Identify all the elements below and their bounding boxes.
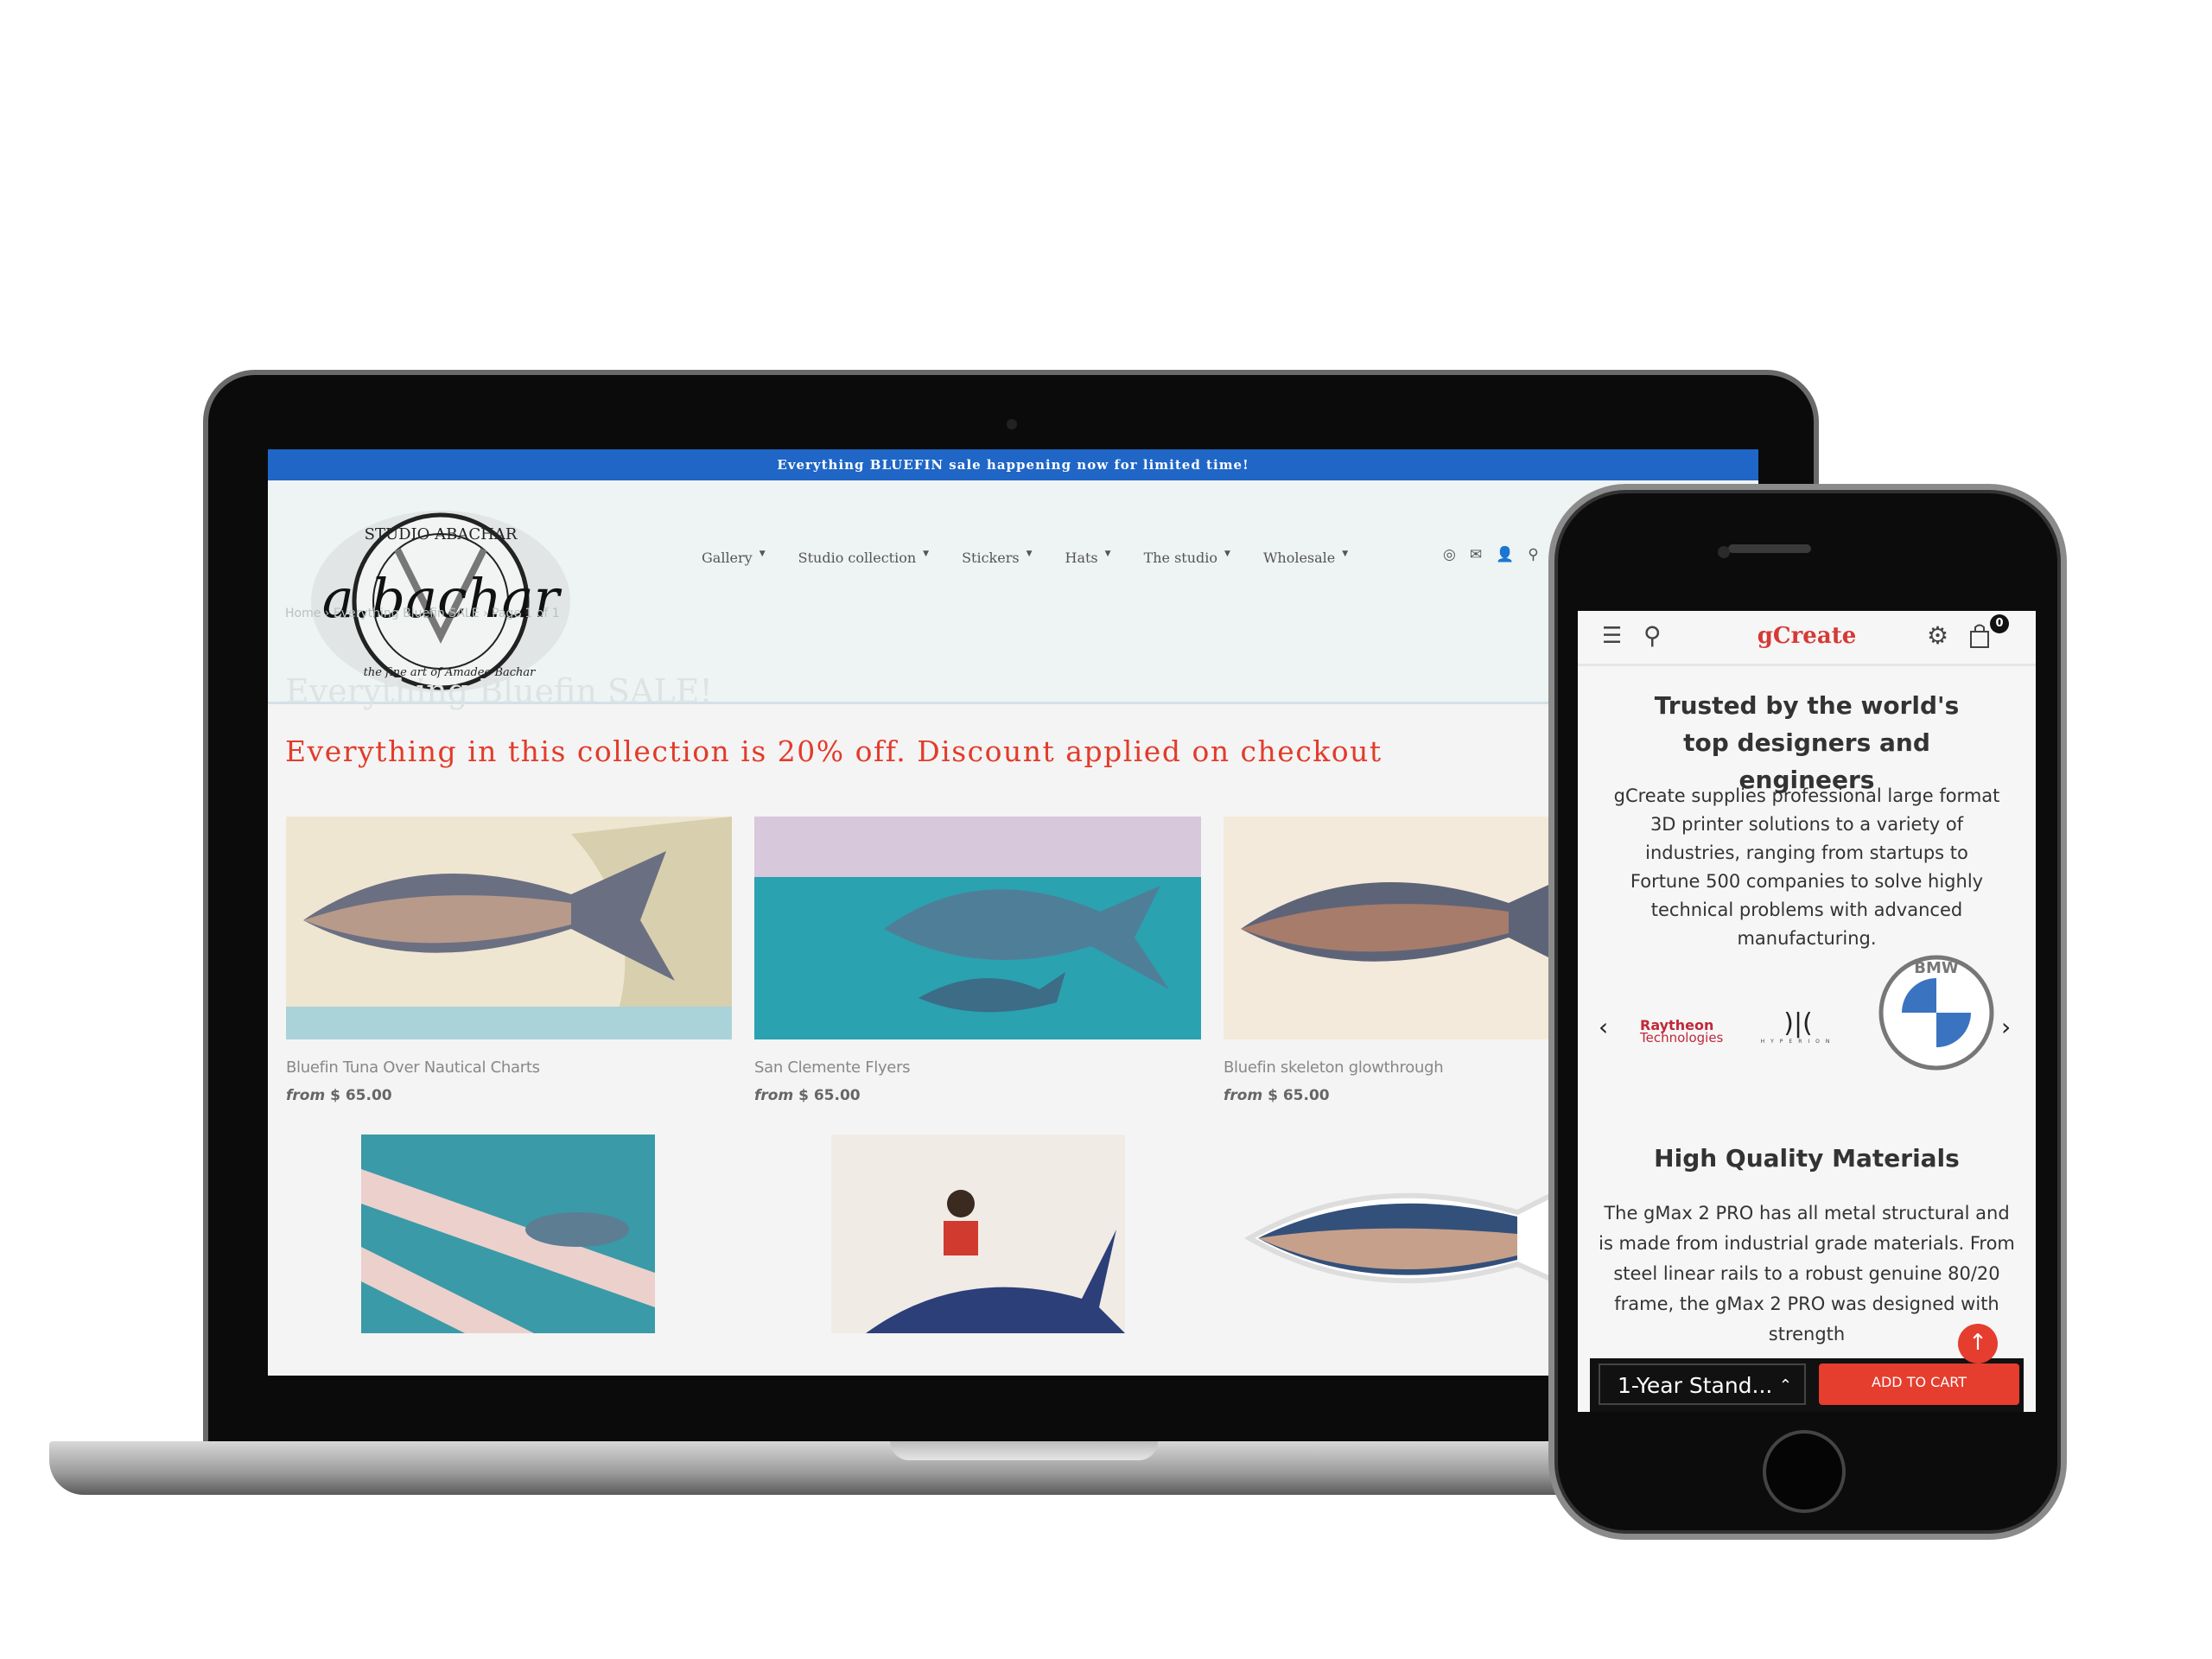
product-image[interactable] — [831, 1135, 1125, 1333]
caret-down-icon: ▼ — [1026, 550, 1033, 558]
nav-wholesale[interactable]: Wholesale ▼ — [1263, 550, 1348, 566]
site-header: Home › Everything Bluefin SALE › Page 1 … — [268, 480, 1758, 710]
phone-camera — [1718, 546, 1730, 558]
caret-down-icon: ▼ — [1342, 550, 1349, 558]
caret-down-icon: ▼ — [1104, 550, 1111, 558]
shopping-bag-icon[interactable] — [1969, 623, 1990, 649]
nav-studio-collection[interactable]: Studio collection ▼ — [798, 550, 929, 566]
logo-text: HYPERION — [1760, 1039, 1836, 1045]
arrow-up-icon: ↑ — [1968, 1330, 1987, 1356]
scroll-to-top-button[interactable]: ↑ — [1958, 1324, 1998, 1363]
instagram-icon[interactable]: ◎ — [1443, 546, 1456, 563]
product-price: from $ 65.00 — [754, 1087, 1201, 1104]
chevron-up-icon: ⌃ — [1778, 1376, 1792, 1395]
header-icons: ◎ ✉ 👤 ⚲ — [1443, 546, 1539, 563]
sticky-cart-bar: 1-Year Stand... ⌃ ADD TO CART — [1590, 1358, 2024, 1412]
product-image[interactable] — [754, 817, 1201, 1039]
nav-label: Wholesale — [1262, 550, 1336, 566]
svg-text:a.bachar: a.bachar — [322, 567, 563, 630]
nav-the-studio[interactable]: The studio ▼ — [1144, 550, 1230, 566]
announcement-banner[interactable]: Everything BLUEFIN sale happening now fo… — [268, 449, 1758, 480]
brand-logo[interactable]: gCreate — [1578, 623, 2036, 649]
hyperion-logo: )|(HYPERION — [1760, 1008, 1836, 1045]
price-prefix: from — [1224, 1087, 1263, 1104]
carousel-prev-icon[interactable]: ‹ — [1599, 1013, 1608, 1041]
price-value: $ 65.00 — [798, 1087, 861, 1104]
breadcrumb[interactable]: Home › Everything Bluefin SALE › Page 1 … — [285, 607, 560, 620]
product-name[interactable]: San Clemente Flyers — [754, 1058, 1201, 1077]
price-prefix: from — [754, 1087, 794, 1104]
studio-abachar-logo[interactable]: STUDIO ABACHAR a.bachar the fine art of … — [285, 506, 596, 696]
mobile-header: ☰ ⚲ gCreate ⚙ 0 — [1578, 611, 2036, 666]
product-price: from $ 65.00 — [286, 1087, 732, 1104]
section-text: gCreate supplies professional large form… — [1613, 785, 2000, 949]
logo-text: BMW — [1914, 959, 1959, 977]
caret-down-icon: ▼ — [759, 550, 766, 558]
nav-stickers[interactable]: Stickers ▼ — [962, 550, 1032, 566]
nav-hats[interactable]: Hats ▼ — [1065, 550, 1111, 566]
nav-label: Stickers — [962, 550, 1020, 566]
nav-label: Hats — [1065, 550, 1098, 566]
raytheon-logo: Raytheon Technologies — [1640, 1019, 1723, 1045]
nav-label: The studio — [1143, 550, 1218, 566]
laptop-notch — [890, 1441, 1158, 1460]
page-title: Everything Bluefin SALE! — [285, 672, 713, 710]
product-card[interactable]: San Clemente Flyers from $ 65.00 — [754, 817, 1201, 1104]
section-heading: High Quality Materials — [1654, 1144, 1960, 1173]
phone-speaker — [1728, 544, 1811, 553]
bmw-logo: BMW — [1878, 955, 1994, 1071]
laptop-base — [49, 1441, 1605, 1495]
plan-select[interactable]: 1-Year Stand... ⌃ — [1599, 1363, 1806, 1405]
product-image[interactable] — [361, 1135, 655, 1333]
plan-select-value: 1-Year Stand... — [1618, 1373, 1773, 1398]
add-to-cart-button[interactable]: ADD TO CART — [1819, 1363, 2019, 1405]
product-image[interactable] — [286, 817, 732, 1039]
user-icon[interactable]: 👤 — [1496, 546, 1514, 563]
search-icon[interactable]: ⚲ — [1528, 546, 1538, 563]
sale-message: Everything in this collection is 20% off… — [285, 734, 1382, 768]
caret-down-icon: ▼ — [923, 550, 930, 558]
price-value: $ 65.00 — [1268, 1087, 1330, 1104]
cart-count-badge: 0 — [1990, 614, 2009, 633]
logo-text: Technologies — [1640, 1030, 1724, 1046]
nav-gallery[interactable]: Gallery ▼ — [702, 550, 766, 566]
nav-label: Studio collection — [798, 550, 917, 566]
mail-icon[interactable]: ✉ — [1470, 546, 1482, 563]
nav-label: Gallery — [702, 550, 753, 566]
laptop-camera — [1007, 419, 1017, 429]
laptop-screen: Everything BLUEFIN sale happening now fo… — [268, 449, 1758, 1376]
main-nav: Gallery ▼ Studio collection ▼ Stickers ▼ Ha… — [702, 550, 1348, 566]
price-value: $ 65.00 — [330, 1087, 392, 1104]
price-prefix: from — [286, 1087, 326, 1104]
home-button[interactable] — [1763, 1430, 1846, 1513]
svg-text:STUDIO ABACHAR: STUDIO ABACHAR — [365, 525, 518, 543]
product-name[interactable]: Bluefin Tuna Over Nautical Charts — [286, 1058, 732, 1077]
carousel-next-icon[interactable]: › — [2001, 1013, 2011, 1041]
phone-screen: ☰ ⚲ gCreate ⚙ 0 Trusted by the world's t… — [1578, 611, 2036, 1412]
settings-gear-icon[interactable]: ⚙ — [1927, 621, 1948, 650]
caret-down-icon: ▼ — [1224, 550, 1230, 558]
product-card[interactable]: Bluefin Tuna Over Nautical Charts from $… — [286, 817, 732, 1104]
